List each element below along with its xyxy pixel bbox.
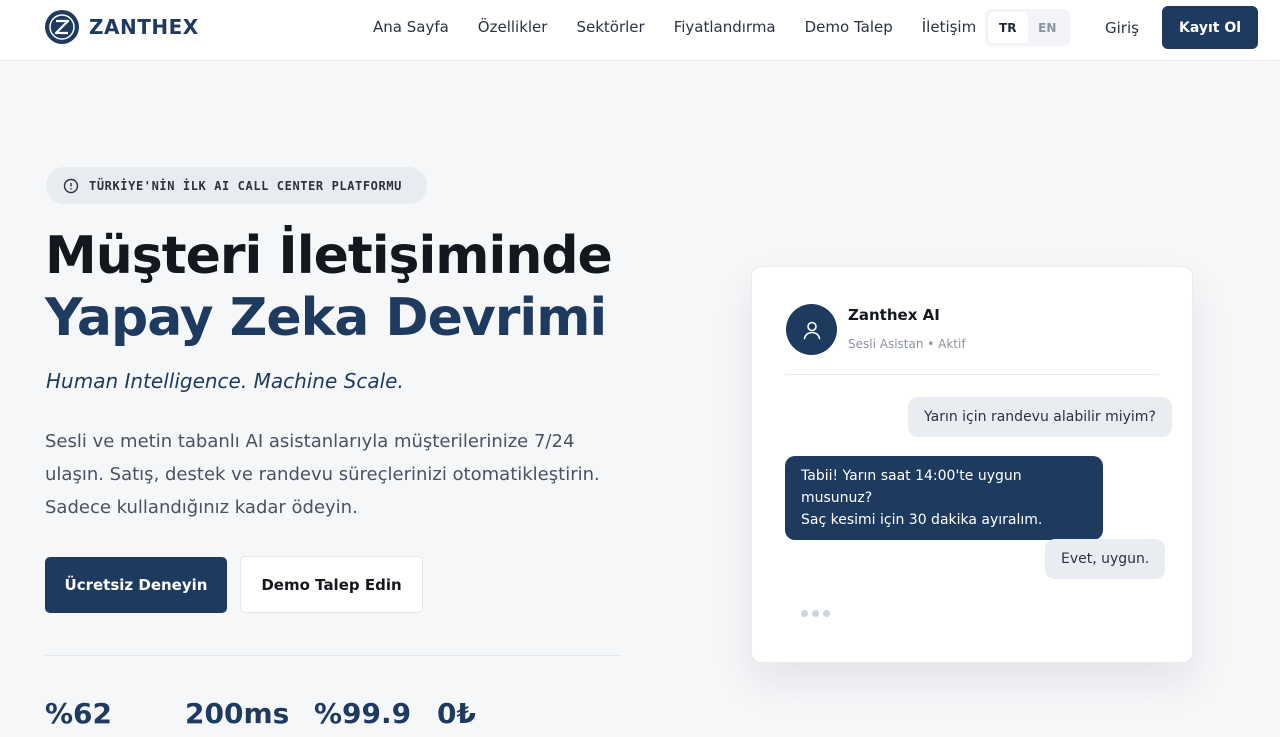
hero-description-line: Sesli ve metin tabanlı AI asistanlarıyla… [45,431,575,452]
stat-value: 0₺ [437,697,476,730]
typing-indicator-icon [801,610,830,617]
chat-preview-card: Zanthex AI Sesli Asistan • Aktif Yarın i… [751,266,1193,663]
info-circle-icon [63,178,79,193]
stat-value: 200ms [185,697,290,730]
hero-description-line: Sadece kullandığınız kadar ödeyin. [45,497,358,518]
user-icon [803,321,820,339]
nav-link-demo[interactable]: Demo Talep [805,18,893,36]
language-switcher: TR EN [985,9,1070,46]
nav-link-sectors[interactable]: Sektörler [576,18,644,36]
stat-value: %99.9 [314,697,412,730]
chat-header-divider [785,374,1159,375]
brand-name: ZANTHEX [89,15,199,39]
signup-button[interactable]: Kayıt Ol [1162,6,1258,49]
nav-link-features[interactable]: Özellikler [478,18,548,36]
request-demo-button[interactable]: Demo Talep Edin [240,556,423,613]
top-navbar: ZANTHEX Ana Sayfa Özellikler Sektörler F… [0,0,1280,61]
hero-title-line1: Müşteri İletişiminde [45,226,613,286]
assistant-name: Zanthex AI [848,306,940,324]
assistant-status: Sesli Asistan • Aktif [848,337,966,351]
assistant-avatar [786,304,837,355]
hero-badge: TÜRKİYE'NİN İLK AI CALL CENTER PLATFORMU [46,167,427,204]
chat-message-line: Tabii! Yarın saat 14:00'te uygun musunuz… [801,468,1022,506]
main-nav: Ana Sayfa Özellikler Sektörler Fiyatland… [373,18,976,36]
lang-tr-button[interactable]: TR [988,12,1028,43]
hero-title: Müşteri İletişiminde Yapay Zeka Devrimi [45,225,613,349]
hero-description-line: ulaşın. Satış, destek ve randevu süreçle… [45,464,600,485]
login-link[interactable]: Giriş [1105,19,1139,37]
nav-link-home[interactable]: Ana Sayfa [373,18,449,36]
hero-description: Sesli ve metin tabanlı AI asistanlarıyla… [45,425,605,524]
zanthex-logo-icon [45,10,79,44]
hero-tagline: Human Intelligence. Machine Scale. [46,369,404,393]
stat-value: %62 [45,697,113,730]
chat-message-user: Evet, uygun. [1045,539,1166,579]
lang-en-button[interactable]: EN [1028,12,1068,43]
chat-message-user: Yarın için randevu alabilir miyim? [908,397,1172,437]
brand-logo[interactable]: ZANTHEX [45,10,199,44]
hero-badge-text: TÜRKİYE'NİN İLK AI CALL CENTER PLATFORMU [89,178,402,193]
stats-divider [45,655,621,656]
chat-message-bot: Tabii! Yarın saat 14:00'te uygun musunuz… [785,456,1103,540]
nav-link-contact[interactable]: İletişim [922,18,976,36]
hero-title-line2: Yapay Zeka Devrimi [45,288,607,348]
chat-message-line: Saç kesimi için 30 dakika ayıralım. [801,512,1043,528]
free-trial-button[interactable]: Ücretsiz Deneyin [45,557,227,613]
nav-link-pricing[interactable]: Fiyatlandırma [674,18,776,36]
